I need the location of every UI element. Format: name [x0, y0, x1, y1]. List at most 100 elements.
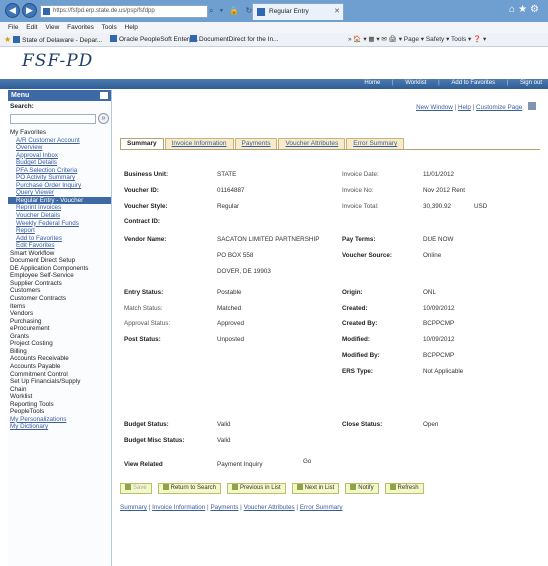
bottom-link-invoice-information[interactable]: Invoice Information [152, 504, 205, 511]
save-button[interactable]: Save [120, 483, 152, 494]
header-link-worklist[interactable]: Worklist [405, 80, 426, 86]
favorites-star-icon[interactable]: ★ [518, 4, 530, 15]
refresh-button[interactable]: Refresh [384, 483, 424, 494]
back-button[interactable]: ◀ [5, 3, 20, 18]
minimize-icon[interactable] [100, 92, 108, 99]
menu-item-po-activity-summary[interactable]: PO Activity Summary [8, 174, 111, 182]
menu-item-accounts-receivable[interactable]: Accounts Receivable [8, 355, 111, 363]
menu-item-customers[interactable]: Customers [8, 287, 111, 295]
menu-item-worklist[interactable]: Worklist [8, 393, 111, 401]
header-link-home[interactable]: Home [364, 80, 380, 86]
settings-gear-icon[interactable]: ⚙ [530, 4, 542, 15]
search-go-icon[interactable]: » [98, 113, 109, 124]
menu-tools[interactable]: Tools [102, 24, 117, 31]
menu-item-document-direct-setup[interactable]: Document Direct Setup [8, 257, 111, 265]
favorite-link[interactable]: ★ State of Delaware - Depar... [4, 33, 102, 46]
menu-item-query-viewer[interactable]: Query Viewer [8, 189, 111, 197]
menu-item-customer-contracts[interactable]: Customer Contracts [8, 295, 111, 303]
customize-page-link[interactable]: Customize Page [476, 104, 522, 111]
new-window-link[interactable]: New Window [416, 104, 453, 111]
help-link[interactable]: Help [458, 104, 471, 111]
created-by-label: Created By: [342, 320, 378, 327]
menu-item-set-up-financials-supply[interactable]: Set Up Financials/Supply [8, 378, 111, 386]
menu-favorites[interactable]: Favorites [67, 24, 94, 31]
header-link-sign-out[interactable]: Sign out [520, 80, 542, 86]
approval-status-label: Approval Status: [124, 320, 171, 327]
header-band: Home | Worklist | Add to Favorites | Sig… [0, 79, 548, 89]
menu-item-commitment-control[interactable]: Commitment Control [8, 371, 111, 379]
menu-item-edit-favorites[interactable]: Edit Favorites [8, 242, 111, 250]
forward-button[interactable]: ▶ [22, 3, 37, 18]
browser-toolbar-icons[interactable]: ⌂★⚙ [509, 4, 542, 15]
menu-item-overview[interactable]: Overview [8, 144, 111, 152]
menu-item-peopletools[interactable]: PeopleTools [8, 408, 111, 416]
next-in-list-button[interactable]: Next in List [291, 483, 340, 494]
menu-item-weekly-federal-funds[interactable]: Weekly Federal Funds [8, 220, 111, 228]
menu-item-grants[interactable]: Grants [8, 333, 111, 341]
ers-type-label: ERS Type: [342, 368, 374, 375]
menu-item-chain[interactable]: Chain [8, 386, 111, 394]
bottom-link-error-summary[interactable]: Error Summary [300, 504, 343, 511]
vendor-name-label: Vendor Name: [124, 236, 167, 243]
menu-item-reprint-invoices[interactable]: Reprint Invoices [8, 204, 111, 212]
page-icon [110, 35, 117, 42]
menu-file[interactable]: File [8, 24, 18, 31]
menu-item-a-r-customer-account[interactable]: A/R Customer Account [8, 137, 111, 145]
menu-item-smart-workflow[interactable]: Smart Workflow [8, 250, 111, 258]
match-status-label: Match Status: [124, 305, 163, 312]
menu-item-vendors[interactable]: Vendors [8, 310, 111, 318]
menu-item-approval-inbox[interactable]: Approval Inbox [8, 152, 111, 160]
menu-search-input[interactable] [10, 114, 96, 124]
bottom-link-payments[interactable]: Payments [210, 504, 238, 511]
tab-invoice-information[interactable]: Invoice Information [164, 138, 234, 149]
menu-item-purchasing[interactable]: Purchasing [8, 318, 111, 326]
menu-item-regular-entry-voucher[interactable]: Regular Entry - Voucher [8, 196, 111, 205]
menu-edit[interactable]: Edit [26, 24, 37, 31]
app-logo: FSF-PD [22, 51, 94, 71]
budget-misc-status-label: Budget Misc Status: [124, 437, 185, 444]
menu-item-supplier-contracts[interactable]: Supplier Contracts [8, 280, 111, 288]
favorite-link[interactable]: Oracle PeopleSoft Enterp... [110, 33, 198, 46]
menu-item-project-costing[interactable]: Project Costing [8, 340, 111, 348]
browser-tab[interactable]: Regular Entry ✕ [252, 3, 344, 20]
menu-item-voucher-details[interactable]: Voucher Details [8, 212, 111, 220]
view-related-select[interactable]: Payment Inquiry [217, 461, 263, 468]
menu-item-billing[interactable]: Billing [8, 348, 111, 356]
address-bar[interactable]: https://fsfpd.erp.state.de.us/psp/fsfdpp [40, 5, 208, 18]
menu-item-budget-details[interactable]: Budget Details [8, 159, 111, 167]
menu-item-reporting-tools[interactable]: Reporting Tools [8, 401, 111, 409]
menu-item-purchase-order-inquiry[interactable]: Purchase Order Inquiry [8, 182, 111, 190]
menu-item-employee-self-service[interactable]: Employee Self-Service [8, 272, 111, 280]
entry-status-value: Postable [217, 289, 242, 296]
header-link-add-to-favorites[interactable]: Add to Favorites [451, 80, 495, 86]
tab-summary[interactable]: Summary [120, 138, 164, 149]
menu-item-report[interactable]: Report [8, 227, 111, 235]
menu-view[interactable]: View [45, 24, 59, 31]
notify-button[interactable]: Notify [345, 483, 379, 494]
modified-by-label: Modified By: [342, 352, 380, 359]
menu-item-items[interactable]: Items [8, 303, 111, 311]
previous-in-list-button[interactable]: Previous in List [226, 483, 286, 494]
command-bar[interactable]: » 🏠 ▾ ▦ ▾ ✉ 🖨 ▾ Page ▾ Safety ▾ Tools ▾ … [348, 33, 486, 46]
menu-item-add-to-favorites[interactable]: Add to Favorites [8, 235, 111, 243]
return-to-search-button[interactable]: Return to Search [157, 483, 221, 494]
menu-item-my-dictionary[interactable]: My Dictionary [8, 423, 111, 431]
menu-item-de-application-components[interactable]: DE Application Components [8, 265, 111, 273]
favorites-bar: ★ State of Delaware - Depar... Oracle Peo… [0, 33, 548, 47]
menu-item-my-favorites[interactable]: My Favorites [8, 129, 111, 137]
tab-close-icon[interactable]: ✕ [334, 4, 340, 20]
tab-error-summary[interactable]: Error Summary [346, 138, 405, 149]
menu-item-my-personalizations[interactable]: My Personalizations [8, 416, 111, 424]
tab-payments[interactable]: Payments [234, 138, 278, 149]
menu-item-accounts-payable[interactable]: Accounts Payable [8, 363, 111, 371]
bottom-link-voucher-attributes[interactable]: Voucher Attributes [244, 504, 295, 511]
menu-item-eprocurement[interactable]: eProcurement [8, 325, 111, 333]
home-icon[interactable]: ⌂ [509, 4, 518, 15]
bottom-link-summary[interactable]: Summary [120, 504, 147, 511]
http-page-icon[interactable] [528, 102, 536, 110]
favorite-link[interactable]: DocumentDirect for the In... [190, 33, 278, 46]
menu-item-pfa-selection-criteria[interactable]: PFA Selection Criteria [8, 167, 111, 175]
view-related-go-link[interactable]: Go [303, 458, 311, 465]
menu-help[interactable]: Help [125, 24, 138, 31]
tab-voucher-attributes[interactable]: Voucher Attributes [278, 138, 346, 149]
